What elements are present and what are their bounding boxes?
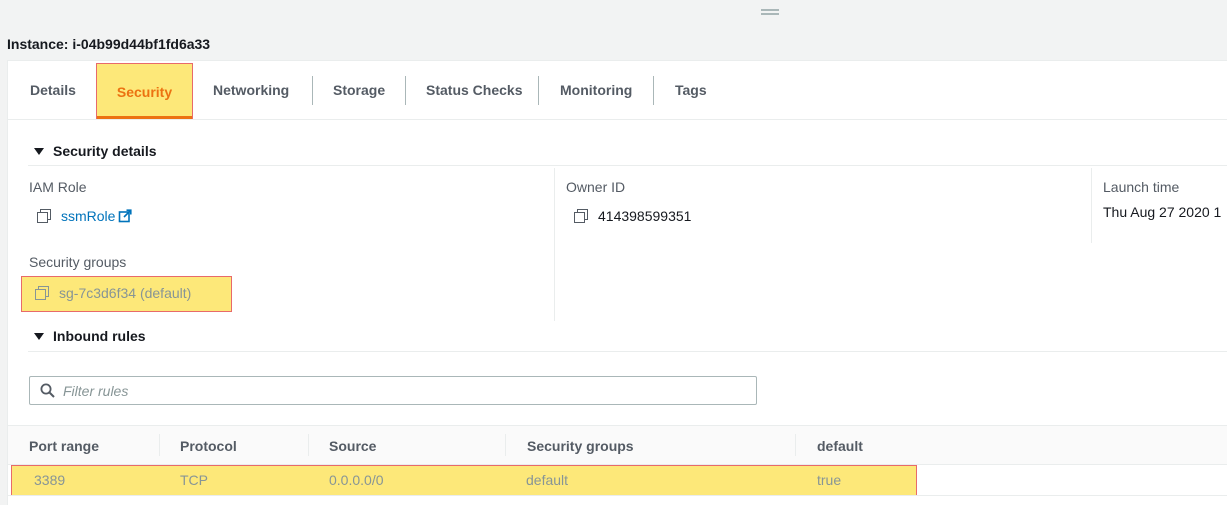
- column-header-default[interactable]: default: [817, 426, 863, 466]
- tab-divider: [538, 76, 539, 105]
- tab-status-checks[interactable]: Status Checks: [426, 76, 522, 105]
- tab-divider: [405, 76, 406, 105]
- iam-role-value: ssmRole: [37, 208, 133, 224]
- instance-details-panel: Details Security Networking Storage Stat…: [7, 60, 1227, 505]
- copy-icon[interactable]: [37, 209, 51, 223]
- tab-details[interactable]: Details: [30, 76, 76, 105]
- owner-id-label: Owner ID: [566, 179, 626, 195]
- copy-icon[interactable]: [35, 286, 49, 300]
- owner-id-value: 414398599351: [574, 208, 691, 224]
- cell-protocol: TCP: [180, 472, 208, 488]
- external-link-icon[interactable]: [118, 209, 133, 223]
- security-details-title: Security details: [53, 143, 157, 159]
- iam-role-label: IAM Role: [29, 179, 87, 195]
- filter-rules-field[interactable]: [29, 376, 757, 405]
- table-header: Port range Protocol Source Security grou…: [8, 425, 1227, 465]
- security-groups-label: Security groups: [29, 254, 127, 270]
- tab-monitoring[interactable]: Monitoring: [560, 76, 632, 105]
- tab-security[interactable]: Security: [96, 63, 193, 119]
- launch-time-value: Thu Aug 27 2020 1: [1103, 204, 1222, 220]
- column-header-protocol[interactable]: Protocol: [180, 426, 237, 466]
- column-divider: [308, 434, 309, 456]
- column-divider: [1091, 168, 1092, 243]
- divider: [28, 165, 1227, 166]
- page-title: Instance: i-04b99d44bf1fd6a33: [7, 36, 211, 52]
- tab-storage[interactable]: Storage: [333, 76, 385, 105]
- launch-time-label: Launch time: [1103, 179, 1180, 195]
- tab-bar: Details Security Networking Storage Stat…: [8, 61, 1227, 120]
- column-header-security-groups[interactable]: Security groups: [527, 426, 634, 466]
- security-group-value[interactable]: sg-7c3d6f34 (default): [21, 276, 232, 312]
- filter-rules-input[interactable]: [63, 381, 743, 401]
- cell-default: true: [817, 472, 842, 488]
- column-divider: [554, 168, 555, 321]
- tab-networking[interactable]: Networking: [213, 76, 289, 105]
- caret-down-icon: [34, 147, 44, 155]
- column-divider: [505, 434, 506, 456]
- tab-divider: [653, 76, 654, 105]
- inbound-rules-header[interactable]: Inbound rules: [34, 328, 146, 344]
- column-header-port-range[interactable]: Port range: [29, 426, 99, 466]
- column-divider: [159, 434, 160, 456]
- cell-security-groups: default: [526, 472, 569, 488]
- divider: [28, 351, 1227, 352]
- security-group-link[interactable]: sg-7c3d6f34 (default): [59, 285, 191, 301]
- copy-icon[interactable]: [574, 209, 588, 223]
- tab-divider: [312, 76, 313, 105]
- inbound-rules-title: Inbound rules: [53, 328, 146, 344]
- column-divider: [795, 434, 796, 456]
- cell-port-range: 3389: [34, 472, 66, 488]
- divider: [8, 495, 1227, 496]
- search-icon: [40, 383, 55, 398]
- cell-source: 0.0.0.0/0: [329, 472, 384, 488]
- owner-id-text: 414398599351: [598, 208, 692, 224]
- iam-role-link[interactable]: ssmRole: [61, 208, 115, 224]
- column-header-source[interactable]: Source: [329, 426, 376, 466]
- tab-tags[interactable]: Tags: [675, 76, 707, 105]
- security-details-header[interactable]: Security details: [34, 143, 157, 159]
- drag-handle-icon[interactable]: [761, 9, 779, 15]
- caret-down-icon: [34, 332, 44, 340]
- table-row[interactable]: 3389 TCP 0.0.0.0/0 default true: [11, 465, 917, 496]
